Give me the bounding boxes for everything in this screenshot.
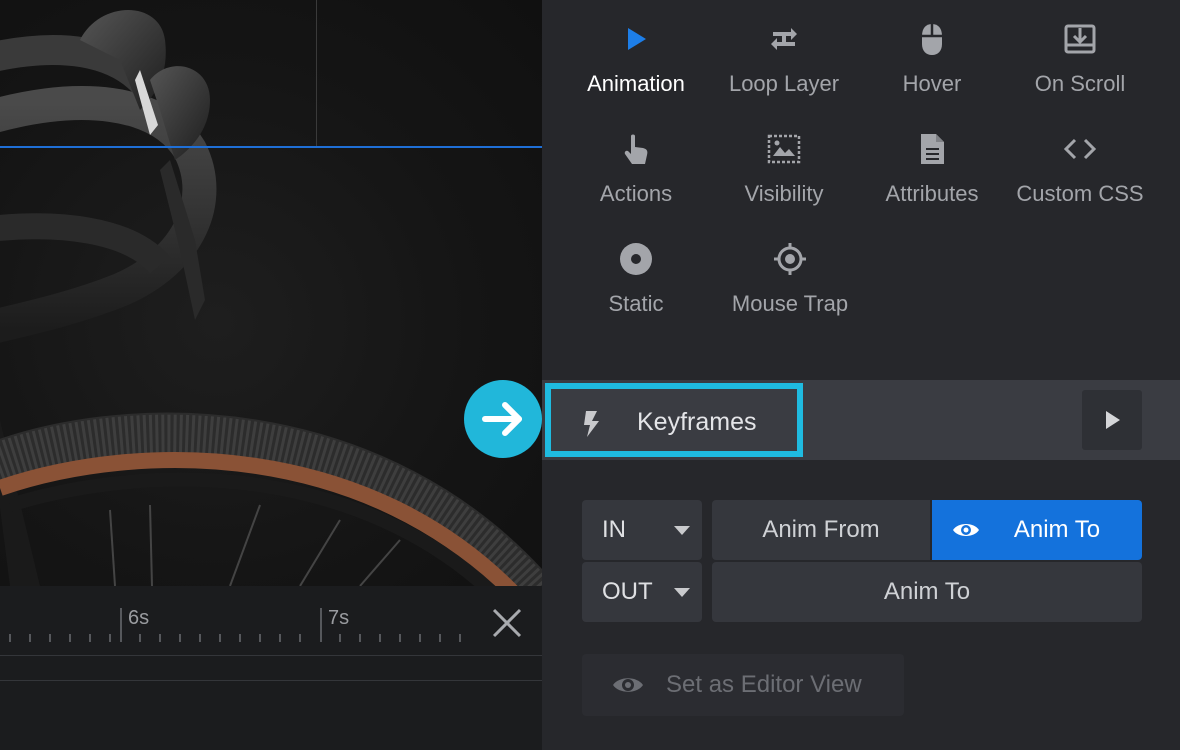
arrow-right-icon xyxy=(482,402,522,436)
tab-mouse-trap[interactable]: Mouse Trap xyxy=(716,220,864,316)
layer-settings-panel: Animation Loop Layer Hover On Scroll Act… xyxy=(542,0,1180,750)
tab-label: Actions xyxy=(599,181,673,206)
timeline[interactable]: 6s 7s xyxy=(0,586,542,750)
code-icon xyxy=(1063,138,1097,160)
in-dropdown[interactable]: IN xyxy=(582,500,702,560)
bike-image xyxy=(0,10,542,586)
vertical-guide-line xyxy=(316,0,317,146)
timeline-track-divider xyxy=(0,680,542,681)
tab-attributes[interactable]: Attributes xyxy=(858,110,1006,206)
play-icon xyxy=(1106,411,1120,429)
chevron-down-icon xyxy=(674,526,690,535)
loop-icon xyxy=(771,28,797,50)
eye-icon xyxy=(613,678,643,692)
keyframes-button[interactable]: Keyframes xyxy=(545,383,803,457)
image-frame-icon xyxy=(767,134,801,164)
play-preview-button[interactable] xyxy=(1082,390,1142,450)
bolt-icon xyxy=(584,411,599,437)
close-icon xyxy=(492,608,522,638)
horizontal-guide-line xyxy=(0,146,542,148)
set-editor-view-button[interactable]: Set as Editor View xyxy=(582,654,904,716)
tab-label: Animation xyxy=(587,71,685,96)
callout-arrow xyxy=(464,380,542,458)
chevron-down-icon xyxy=(674,588,690,597)
in-label: IN xyxy=(602,516,626,543)
tab-label: Hover xyxy=(902,71,962,96)
record-icon xyxy=(620,243,652,275)
animation-tabs: Animation Loop Layer Hover On Scroll Act… xyxy=(542,0,1180,380)
tab-label: Custom CSS xyxy=(1016,181,1144,206)
tab-loop-layer[interactable]: Loop Layer xyxy=(710,0,858,96)
tick-label-7s: 7s xyxy=(328,607,350,629)
close-timeline-button[interactable] xyxy=(490,606,524,640)
pointer-hand-icon xyxy=(624,134,648,164)
timeline-ruler[interactable]: 6s 7s xyxy=(0,586,542,656)
out-anim-to-button[interactable]: Anim To xyxy=(712,562,1142,622)
crosshair-icon xyxy=(774,243,806,275)
mouse-icon xyxy=(922,24,942,55)
anim-to-label: Anim To xyxy=(1013,516,1101,543)
tab-custom-css[interactable]: Custom CSS xyxy=(1006,110,1154,206)
tab-on-scroll[interactable]: On Scroll xyxy=(1006,0,1154,96)
tab-animation[interactable]: Animation xyxy=(562,0,710,96)
tick-label-6s: 6s xyxy=(128,607,150,629)
anim-from-label: Anim From xyxy=(762,516,880,543)
tab-actions[interactable]: Actions xyxy=(562,110,710,206)
play-icon xyxy=(628,28,646,50)
ruler-ticks xyxy=(9,608,461,642)
set-editor-view-label: Set as Editor View xyxy=(666,671,862,698)
tab-label: Mouse Trap xyxy=(731,291,849,316)
tab-label: On Scroll xyxy=(1034,71,1126,96)
anim-from-button[interactable]: Anim From xyxy=(712,500,930,560)
tab-label: Static xyxy=(608,291,664,316)
tab-visibility[interactable]: Visibility xyxy=(710,110,858,206)
keyframes-label: Keyframes xyxy=(637,408,757,436)
out-anim-to-label: Anim To xyxy=(883,578,971,605)
tab-label: Visibility xyxy=(744,181,824,206)
tab-label: Loop Layer xyxy=(728,71,840,96)
out-label: OUT xyxy=(602,578,653,605)
tab-hover[interactable]: Hover xyxy=(858,0,1006,96)
out-dropdown[interactable]: OUT xyxy=(582,562,702,622)
tab-label: Attributes xyxy=(885,181,979,206)
scroll-download-icon xyxy=(1064,24,1096,54)
tab-static[interactable]: Static xyxy=(562,220,710,316)
anim-to-button[interactable]: Anim To xyxy=(932,500,1142,560)
keyframes-bar: Keyframes xyxy=(542,380,1180,460)
document-icon xyxy=(921,134,944,164)
editor-canvas[interactable] xyxy=(0,0,542,586)
